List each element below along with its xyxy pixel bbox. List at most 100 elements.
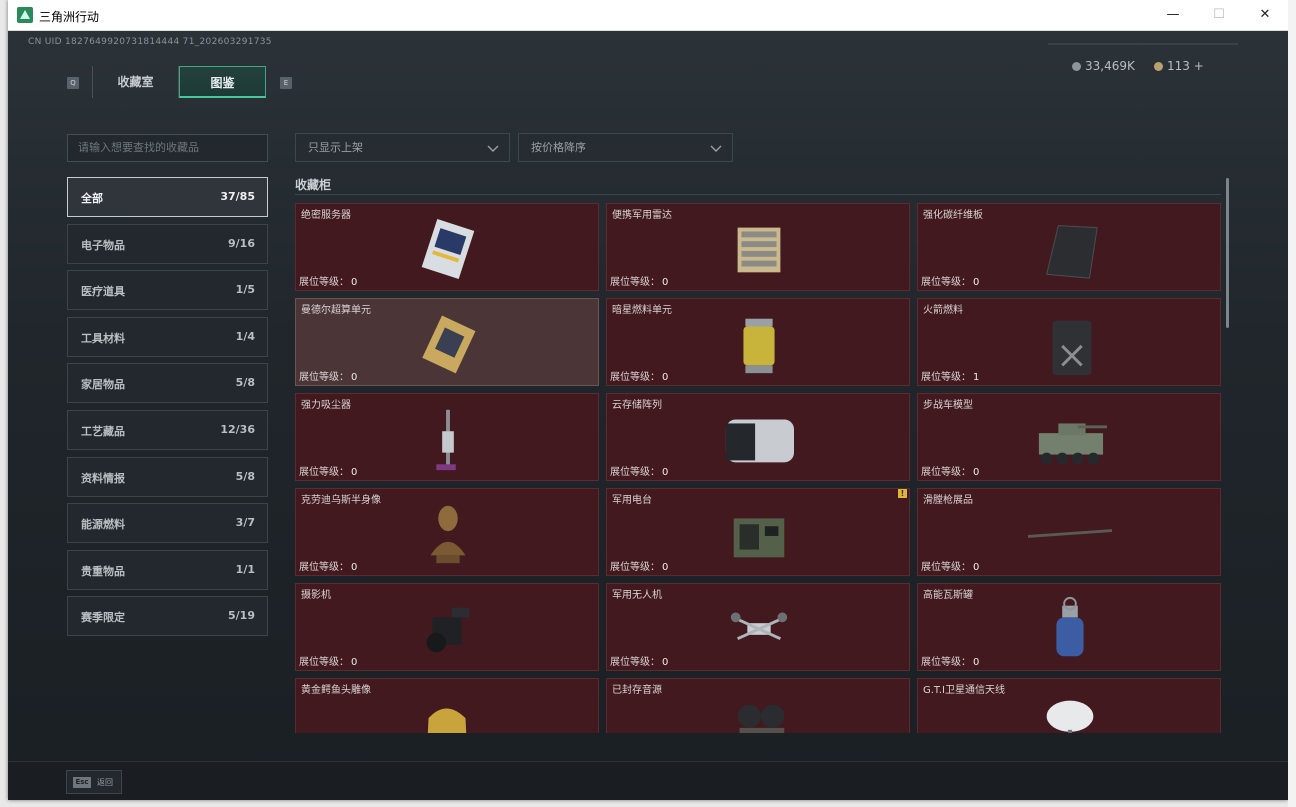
alert-icon: ! <box>898 489 907 498</box>
category-item[interactable]: 家居物品 5/8 <box>67 363 268 404</box>
card-item-name: 强力吸尘器 <box>301 400 351 411</box>
category-item[interactable]: 工具材料 1/4 <box>67 316 268 357</box>
card-level: 展位等级： 0 <box>610 653 668 668</box>
card-item-name: 强化碳纤维板 <box>923 210 983 221</box>
category-count: 5/8 <box>235 376 255 390</box>
level-value: 0 <box>973 562 980 573</box>
level-value: 0 <box>351 657 358 668</box>
card-item-name: 曼德尔超算单元 <box>301 305 371 316</box>
collection-card[interactable]: 步战车模型 展位等级： 0 <box>917 393 1221 481</box>
close-button[interactable]: ✕ <box>1242 0 1288 31</box>
category-item[interactable]: 赛季限定 5/19 <box>67 596 268 637</box>
collection-card[interactable]: 便携军用雷达 展位等级： 0 <box>606 203 910 291</box>
category-item[interactable]: 能源燃料 3/7 <box>67 503 268 544</box>
currency-premium: 113 + <box>1154 59 1204 73</box>
level-label: 展位等级： <box>610 467 660 478</box>
collection-card[interactable]: 云存储阵列 展位等级： 0 <box>606 393 910 481</box>
app-logo-icon <box>17 7 33 23</box>
currency-coins-value: 33,469K <box>1085 59 1135 73</box>
card-item-name: 便携军用雷达 <box>612 210 672 221</box>
collection-card[interactable]: 军用无人机 展位等级： 0 <box>606 583 910 671</box>
gold-croc-icon <box>427 708 467 733</box>
category-label: 工艺藏品 <box>81 425 125 438</box>
server-board-icon <box>421 218 475 280</box>
collection-card[interactable]: 已封存音源 <box>606 678 910 733</box>
card-level: 展位等级： 0 <box>299 273 357 288</box>
card-level: 展位等级： 0 <box>299 653 357 668</box>
category-label: 电子物品 <box>81 238 125 252</box>
card-item-name: 已封存音源 <box>612 685 662 696</box>
category-count: 5/8 <box>235 469 255 483</box>
sort-dropdown[interactable]: 按价格降序 <box>518 133 733 162</box>
card-item-name: 军用电台 <box>612 495 652 506</box>
card-level: 展位等级： 0 <box>299 368 357 383</box>
card-level: 展位等级： 0 <box>921 463 979 478</box>
ifv-model-icon <box>1038 423 1107 465</box>
collection-card[interactable]: 克劳迪乌斯半身像 展位等级： 0 <box>295 488 599 576</box>
sort-value: 按价格降序 <box>531 141 586 154</box>
category-count: 9/16 <box>228 236 255 250</box>
level-label: 展位等级： <box>299 277 349 288</box>
category-item[interactable]: 医疗道具 1/5 <box>67 270 268 311</box>
level-value: 0 <box>973 277 980 288</box>
level-label: 展位等级： <box>610 657 660 668</box>
category-item[interactable]: 资料情报 5/8 <box>67 456 268 497</box>
supercompute-unit-icon <box>422 315 476 374</box>
tab-key-e[interactable]: E <box>280 77 292 89</box>
category-count: 3/7 <box>235 516 255 530</box>
minimize-button[interactable]: — <box>1150 0 1196 31</box>
shelf-filter-value: 只显示上架 <box>308 141 363 154</box>
collection-card[interactable]: 绝密服务器 展位等级： 0 <box>295 203 599 291</box>
level-label: 展位等级： <box>610 372 660 383</box>
back-label: 返回 <box>97 778 113 787</box>
collection-card[interactable]: 黄金鳄鱼头雕像 <box>295 678 599 733</box>
back-button[interactable]: Esc 返回 <box>66 770 122 794</box>
category-count: 1/4 <box>235 329 255 343</box>
silver-coin-icon <box>1072 62 1081 71</box>
title-bar: 三角洲行动 — ☐ ✕ <box>8 0 1288 31</box>
level-label: 展位等级： <box>299 657 349 668</box>
tab-collection-room[interactable]: 收藏室 <box>92 66 179 98</box>
bust-icon <box>430 505 466 564</box>
category-item[interactable]: 电子物品 9/16 <box>67 223 268 264</box>
card-level: 展位等级： 1 <box>921 368 979 383</box>
level-value: 0 <box>973 467 980 478</box>
level-label: 展位等级： <box>921 467 971 478</box>
game-window: 三角洲行动 — ☐ ✕ CN UID 1827649920731814444 7… <box>8 0 1288 800</box>
collection-card[interactable]: 滑膛枪展品 展位等级： 0 <box>917 488 1221 576</box>
top-divider <box>1048 43 1238 45</box>
category-item[interactable]: 贵重物品 1/1 <box>67 549 268 590</box>
collection-search-input[interactable]: 请输入想要查找的收藏品 <box>67 134 268 162</box>
currency-premium-value[interactable]: 113 + <box>1167 59 1204 73</box>
tab-codex[interactable]: 图鉴 <box>179 66 266 98</box>
card-item-name: 摄影机 <box>301 590 331 601</box>
card-item-name: 黄金鳄鱼头雕像 <box>301 685 371 696</box>
shelf-filter-dropdown[interactable]: 只显示上架 <box>295 133 510 162</box>
collection-card[interactable]: 摄影机展位等级： 0 <box>295 583 599 671</box>
level-value: 0 <box>973 657 980 668</box>
level-value: 0 <box>662 467 669 478</box>
collection-card[interactable]: 火箭燃料 展位等级： 1 <box>917 298 1221 386</box>
tab-key-q[interactable]: Q <box>67 77 79 89</box>
collection-card[interactable]: 高能瓦斯罐 展位等级： 0 <box>917 583 1221 671</box>
level-value: 0 <box>351 562 358 573</box>
category-item[interactable]: 全部 37/85 <box>67 177 268 217</box>
level-value: 0 <box>662 657 669 668</box>
category-item[interactable]: 工艺藏品 12/36 <box>67 410 268 450</box>
collection-grid: 绝密服务器 展位等级： 0 便携军用雷达 展位等级： 0 强化碳纤维板 展位等级： 0 曼德尔超算… <box>294 202 1222 733</box>
collection-card[interactable]: 曼德尔超算单元展位等级： 0 <box>295 298 599 386</box>
radar-icon <box>737 227 781 273</box>
card-item-name: 高能瓦斯罐 <box>923 590 973 601</box>
collection-screen: CN UID 1827649920731814444 71_2026032917… <box>8 31 1288 800</box>
collection-card[interactable]: 军用电台 展位等级： 0! <box>606 488 910 576</box>
gold-coin-icon <box>1154 62 1163 71</box>
maximize-button[interactable]: ☐ <box>1196 0 1242 31</box>
musket-icon <box>1028 526 1112 540</box>
card-level: 展位等级： 0 <box>921 273 979 288</box>
grid-scrollbar[interactable] <box>1226 178 1229 328</box>
collection-card[interactable]: 强化碳纤维板 展位等级： 0 <box>917 203 1221 291</box>
collection-card[interactable]: 暗星燃料单元 展位等级： 0 <box>606 298 910 386</box>
level-label: 展位等级： <box>921 277 971 288</box>
collection-card[interactable]: 强力吸尘器 展位等级： 0 <box>295 393 599 481</box>
collection-card[interactable]: G.T.I卫星通信天线 <box>917 678 1221 733</box>
